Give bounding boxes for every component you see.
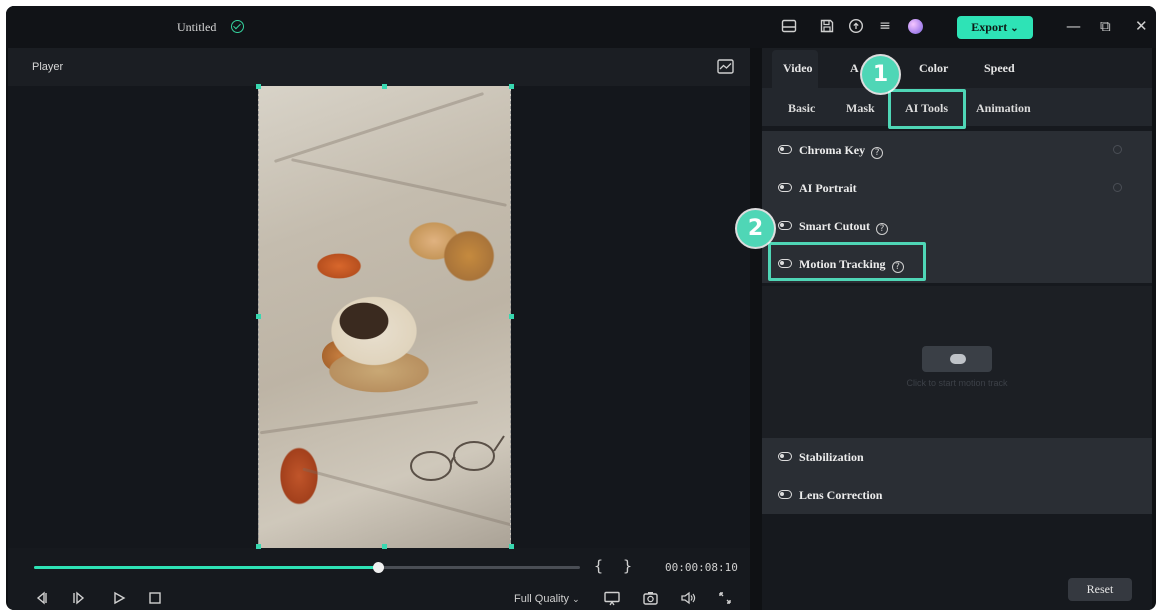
- close-icon[interactable]: ✕: [1135, 18, 1148, 34]
- mark-in-button[interactable]: {: [594, 557, 603, 575]
- player-header: Player: [8, 48, 750, 86]
- previous-frame-icon[interactable]: [34, 591, 48, 609]
- display-icon[interactable]: [604, 591, 620, 610]
- reset-button[interactable]: Reset: [1068, 578, 1132, 601]
- document-title: Untitled: [177, 20, 217, 34]
- row-label: Chroma Key: [799, 143, 866, 157]
- tab-video[interactable]: Video: [783, 61, 813, 76]
- fullscreen-icon[interactable]: [718, 591, 732, 609]
- title-bar: Untitled ≡ Export ⌄ — ⧉ ✕: [6, 6, 1156, 48]
- highlight-motion-tracking: [768, 242, 926, 281]
- tab-speed[interactable]: Speed: [984, 61, 1015, 76]
- mark-out-button[interactable]: }: [623, 557, 632, 575]
- transform-handle[interactable]: [256, 314, 261, 319]
- row-label: Lens Correction: [799, 488, 883, 502]
- transform-handle[interactable]: [509, 544, 514, 549]
- list-item-lens-correction[interactable]: Lens Correction: [762, 476, 1152, 514]
- avatar[interactable]: [908, 19, 923, 34]
- list-item-ai-portrait[interactable]: AI Portrait: [762, 169, 1152, 207]
- keyframe-dot-icon[interactable]: [1113, 183, 1122, 192]
- row-label: Stabilization: [799, 450, 864, 464]
- playhead-knob[interactable]: [372, 562, 384, 573]
- cloud-upload-icon[interactable]: [848, 18, 864, 34]
- keyframe-dot-icon[interactable]: [1113, 145, 1122, 154]
- row-label: Smart Cutout: [799, 219, 870, 233]
- step-badge-2: 2: [737, 210, 774, 247]
- video-clip-preview[interactable]: [258, 86, 511, 548]
- player-panel: Player {} 00:00:08:10 Full Quality ⌄: [8, 48, 750, 610]
- restore-window-icon[interactable]: ⧉: [1100, 18, 1111, 34]
- chevron-down-icon: ⌄: [1010, 23, 1019, 34]
- help-icon[interactable]: ?: [876, 223, 888, 235]
- glasses-icon: [410, 435, 505, 481]
- progress-fill: [34, 566, 378, 569]
- list-item-stabilization[interactable]: Stabilization: [762, 438, 1152, 476]
- transform-handle[interactable]: [382, 544, 387, 549]
- save-icon[interactable]: [819, 18, 835, 34]
- transform-handle[interactable]: [256, 84, 261, 89]
- help-icon[interactable]: ?: [871, 147, 884, 159]
- playback-progress-bar[interactable]: [34, 562, 580, 573]
- app-window: Untitled ≡ Export ⌄ — ⧉ ✕ Player {} 00:…: [6, 6, 1156, 610]
- transform-handle[interactable]: [256, 544, 261, 549]
- transform-handle[interactable]: [509, 84, 514, 89]
- chart-icon[interactable]: [717, 59, 734, 79]
- transform-handle[interactable]: [509, 314, 514, 319]
- toggle-switch[interactable]: [778, 221, 792, 230]
- start-tracking-toggle[interactable]: [922, 346, 992, 372]
- transform-handle[interactable]: [382, 84, 387, 89]
- property-tabs: Video A Color Speed: [762, 48, 1152, 88]
- subtab-mask[interactable]: Mask: [846, 101, 875, 116]
- snapshot-camera-icon[interactable]: [643, 591, 658, 609]
- preview-viewport[interactable]: [8, 84, 750, 549]
- subtab-animation[interactable]: Animation: [976, 101, 1031, 116]
- properties-panel: Video A Color Speed Basic Mask AI Tools …: [762, 48, 1152, 610]
- highlight-ai-tools: [888, 89, 966, 129]
- subtab-basic[interactable]: Basic: [788, 101, 815, 116]
- motion-tracking-area: Click to start motion track: [762, 286, 1152, 438]
- motion-tracking-hint: Click to start motion track: [906, 378, 1008, 388]
- stop-icon[interactable]: [148, 591, 162, 609]
- list-item-chroma-key[interactable]: Chroma Key?: [762, 131, 1152, 169]
- quality-label: Full Quality: [514, 593, 570, 605]
- quality-dropdown[interactable]: Full Quality ⌄: [514, 593, 580, 605]
- toggle-switch[interactable]: [778, 490, 792, 499]
- toggle-switch[interactable]: [778, 452, 792, 461]
- menu-icon[interactable]: ≡: [877, 18, 893, 34]
- player-title: Player: [32, 61, 64, 73]
- tab-audio[interactable]: A: [850, 61, 859, 76]
- list-item-smart-cutout[interactable]: Smart Cutout?: [762, 207, 1152, 245]
- saved-check-icon: [231, 20, 244, 33]
- toggle-switch[interactable]: [778, 183, 792, 192]
- toggle-switch[interactable]: [778, 145, 792, 154]
- export-button-label: Export: [971, 20, 1008, 34]
- minimize-icon[interactable]: —: [1066, 18, 1081, 34]
- next-frame-icon[interactable]: [72, 591, 86, 609]
- play-icon[interactable]: [112, 591, 126, 609]
- step-badge-1: 1: [862, 56, 899, 93]
- tab-color[interactable]: Color: [919, 61, 948, 76]
- row-label: AI Portrait: [799, 181, 857, 195]
- timecode: 00:00:08:10: [665, 561, 738, 574]
- layout-icon[interactable]: [781, 18, 797, 34]
- volume-icon[interactable]: [680, 591, 696, 609]
- export-button[interactable]: Export ⌄: [957, 16, 1033, 39]
- chevron-down-icon: ⌄: [572, 594, 580, 604]
